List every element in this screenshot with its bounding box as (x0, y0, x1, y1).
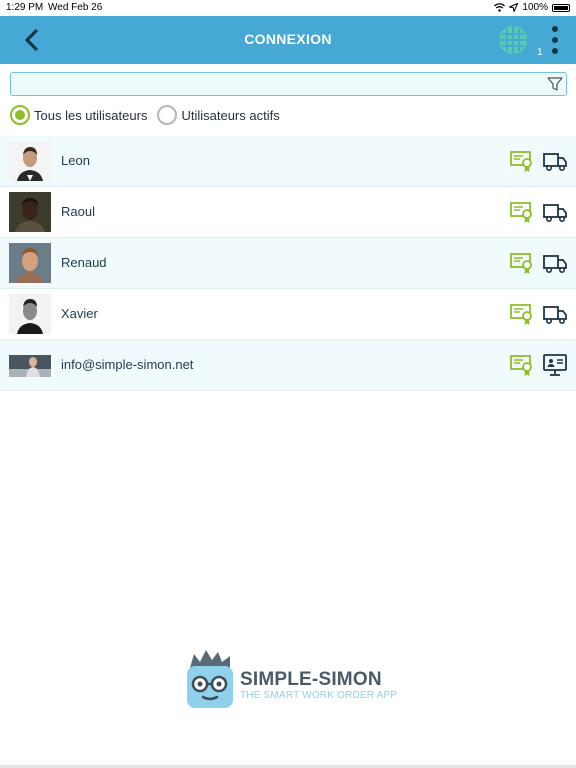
location-icon (509, 3, 519, 12)
list-item[interactable]: info@simple-simon.net (0, 340, 576, 391)
logo-tagline: THE SMART WORK ORDER APP (240, 690, 398, 701)
radio-all-users-label: Tous les utilisateurs (34, 107, 148, 123)
user-name: info@simple-simon.net (61, 357, 194, 372)
certificate-icon[interactable] (510, 353, 534, 377)
status-right: 100% (494, 2, 570, 13)
more-menu-icon[interactable] (550, 25, 560, 55)
logo-name: SIMPLE-SIMON (240, 669, 382, 690)
search-input[interactable] (11, 73, 531, 95)
truck-icon[interactable] (543, 149, 567, 173)
battery-percent: 100% (522, 2, 548, 13)
avatar (9, 294, 51, 334)
user-name: Raoul (61, 204, 95, 219)
globe-icon[interactable] (498, 25, 528, 55)
radio-all-users-circle[interactable] (10, 105, 30, 125)
certificate-icon[interactable] (510, 302, 534, 326)
status-time: 1:29 PM (6, 2, 44, 13)
user-list: Leon Raoul Renaud Xavier info@simple-sim… (0, 136, 576, 391)
app-logo: SIMPLE-SIMON THE SMART WORK ORDER APP (184, 648, 398, 710)
search-box (10, 72, 567, 96)
list-item[interactable]: Renaud (0, 238, 576, 289)
user-name: Leon (61, 153, 90, 168)
avatar (9, 141, 51, 181)
radio-active-users-label: Utilisateurs actifs (181, 107, 280, 123)
radio-active-users-circle[interactable] (157, 105, 178, 125)
avatar (9, 243, 51, 283)
certificate-icon[interactable] (510, 149, 534, 173)
wifi-icon (494, 3, 506, 12)
nav-bar: CONNEXION 1 (0, 16, 576, 64)
truck-icon[interactable] (543, 251, 567, 275)
list-item[interactable]: Leon (0, 136, 576, 187)
status-date: Wed Feb 26 (48, 2, 103, 13)
filter-icon[interactable] (546, 75, 564, 93)
user-name: Renaud (61, 255, 107, 270)
notification-badge: 1 (537, 47, 543, 58)
truck-icon[interactable] (543, 200, 567, 224)
list-item[interactable]: Raoul (0, 187, 576, 238)
certificate-icon[interactable] (510, 200, 534, 224)
battery-icon (552, 3, 570, 12)
user-name: Xavier (61, 306, 98, 321)
page-title: CONNEXION (244, 31, 332, 47)
mascot-icon (187, 650, 233, 708)
avatar (9, 345, 51, 385)
radio-all-users[interactable]: Tous les utilisateurs (10, 105, 147, 125)
list-item[interactable]: Xavier (0, 289, 576, 340)
avatar (9, 192, 51, 232)
status-bar: 1:29 PM Wed Feb 26 100% (0, 0, 576, 16)
certificate-icon[interactable] (510, 251, 534, 275)
radio-active-users[interactable]: Utilisateurs actifs (157, 105, 280, 125)
truck-icon[interactable] (543, 302, 567, 326)
monitor-icon[interactable] (543, 353, 567, 377)
user-filter-group: Tous les utilisateurs Utilisateurs actif… (10, 104, 290, 126)
